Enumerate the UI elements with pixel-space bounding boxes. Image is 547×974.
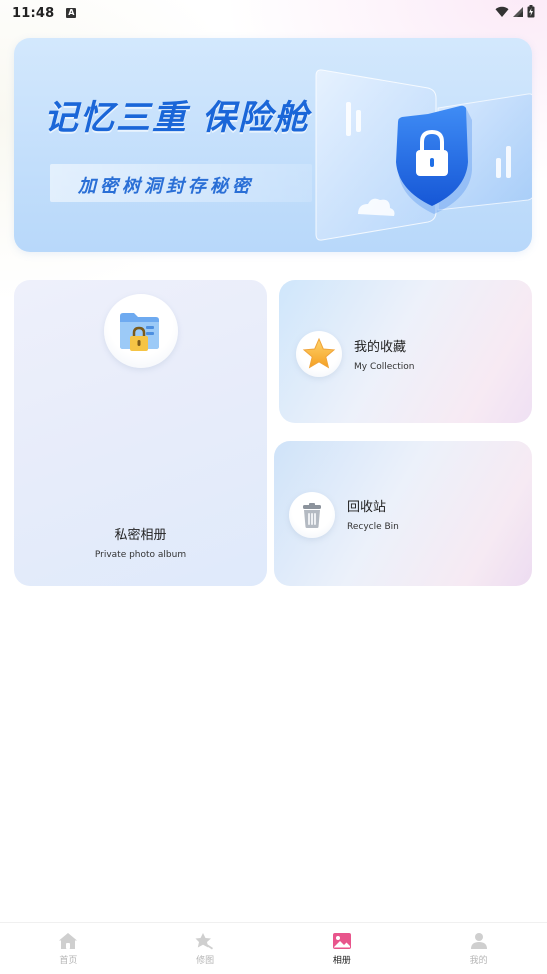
recycle-bin-card[interactable]: 回收站 Recycle Bin [274,441,532,586]
tab-edit-label: 修图 [196,956,215,966]
shield-lock-icon [315,69,532,241]
tab-home[interactable]: 首页 [0,923,137,974]
album-icon [332,933,351,949]
trash-bin-icon-circle [289,492,335,538]
status-bar: 11:48 A [0,0,547,26]
profile-icon [470,933,487,949]
banner[interactable]: 记忆三重 保险舱 加密树洞封存秘密 [14,38,532,252]
home-icon [59,933,78,949]
edit-star-icon [195,933,214,950]
private-album-card[interactable]: 私密相册 Private photo album [14,280,267,586]
wifi-icon [495,6,509,17]
recycle-bin-title: 回收站 [347,500,387,515]
battery-icon [527,5,535,18]
star-icon [302,337,336,369]
folder-lock-icon [120,313,159,351]
tab-album[interactable]: 相册 [274,923,411,974]
banner-subtitle: 加密树洞封存秘密 [78,176,254,197]
recycle-bin-subtitle: Recycle Bin [347,522,399,532]
tab-album-label: 相册 [332,956,351,966]
banner-title: 记忆三重 保险舱 [44,98,310,138]
my-collection-title: 我的收藏 [354,340,407,355]
tab-home-label: 首页 [59,956,78,966]
tab-edit[interactable]: 修图 [137,923,274,974]
signal-icon [513,6,523,17]
status-time: 11:48 [12,5,55,21]
my-collection-subtitle: My Collection [354,362,415,372]
tab-profile[interactable]: 我的 [410,923,547,974]
tab-profile-label: 我的 [469,956,488,966]
private-album-subtitle: Private photo album [94,550,187,560]
bottom-nav: 首页 修图 相册 我的 [0,922,547,974]
folder-lock-icon-circle [104,294,178,368]
trash-bin-icon [303,503,321,528]
private-album-title: 私密相册 [114,528,167,543]
my-collection-card[interactable]: 我的收藏 My Collection [279,280,532,423]
status-icons [495,5,535,18]
a-letter-icon: A [66,8,77,18]
star-icon-circle [296,331,342,377]
